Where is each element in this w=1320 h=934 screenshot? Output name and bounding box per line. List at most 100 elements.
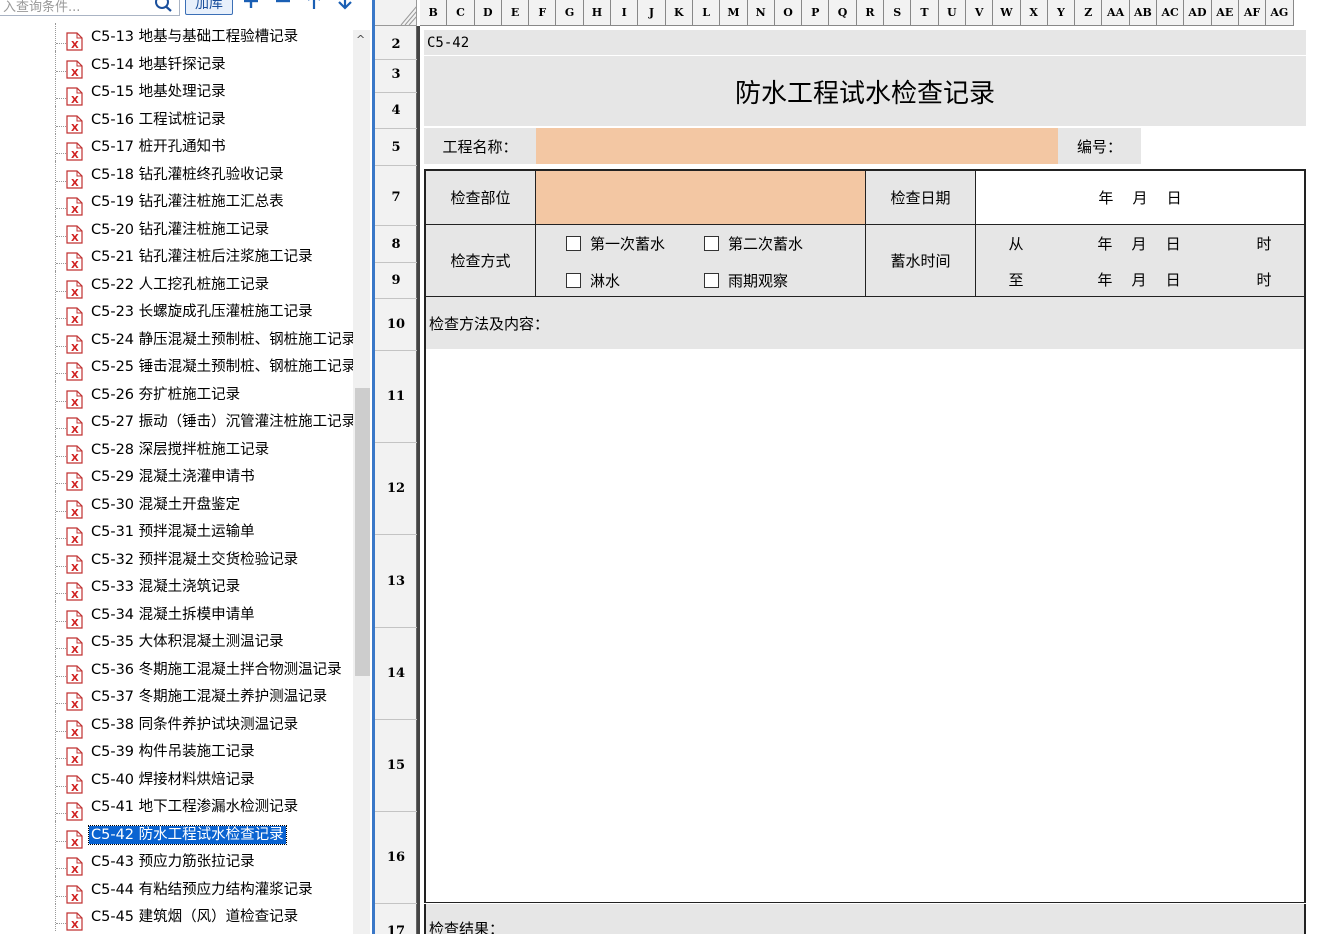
inspect-date-field[interactable]: 年 月 日 [975,169,1306,225]
tree-item[interactable]: X C5-37 冬期施工混凝土养护测温记录 [0,683,354,711]
column-header[interactable]: U [938,0,966,26]
column-header[interactable]: P [802,0,830,26]
tree-item[interactable]: X C5-25 锤击混凝土预制桩、钢桩施工记录 [0,353,356,381]
tree-item-label[interactable]: C5-27 振动（锤击）沉管灌注桩施工记录 [89,413,358,431]
form-code[interactable]: C5-42 [424,30,1306,55]
row-header[interactable]: 17 [375,904,417,934]
tree-item[interactable]: X C5-20 钻孔灌注桩施工记录 [0,215,354,244]
tree-item-label[interactable]: C5-31 预拌混凝土运输单 [89,523,257,541]
tree-item[interactable]: X C5-22 人工挖孔桩施工记录 [0,270,354,299]
tree-item-label[interactable]: C5-40 焊接材料烘焙记录 [89,771,257,789]
checkbox-second-storage[interactable]: 第二次蓄水 [704,233,803,254]
tree-item[interactable]: X C5-26 夯扩桩施工记录 [0,380,354,409]
row-header[interactable]: 12 [375,443,417,535]
tree-item-label[interactable]: C5-42 防水工程试水检查记录 [88,824,287,845]
tree-item[interactable]: X C5-30 混凝土开盘鉴定 [0,490,354,519]
column-header[interactable]: N [747,0,775,26]
tree-item[interactable]: X C5-29 混凝土浇灌申请书 [0,463,354,491]
column-header[interactable]: C [447,0,475,26]
tree-item[interactable]: X C5-36 冬期施工混凝土拌合物测温记录 [0,655,354,684]
row-header[interactable]: 14 [375,628,417,720]
tree-item[interactable]: X C5-18 钻孔灌桩终孔验收记录 [0,160,354,189]
inspect-part-field[interactable] [535,169,866,225]
tree-item-label[interactable]: C5-44 有粘结预应力结构灌浆记录 [89,881,315,899]
tree-item-label[interactable]: C5-38 同条件养护试块测温记录 [89,716,300,734]
tree-item-label[interactable]: C5-33 混凝土浇筑记录 [89,578,242,596]
tree-item[interactable]: X C5-13 地基与基础工程验槽记录 [0,23,354,51]
minus-icon[interactable] [272,0,294,12]
checkbox-box[interactable] [704,236,719,251]
tree-item-label[interactable]: C5-19 钻孔灌注桩施工汇总表 [89,193,286,211]
column-header[interactable]: AC [1157,0,1185,26]
tree-item[interactable]: X C5-21 钻孔灌注桩后注浆施工记录 [0,243,354,271]
checkbox-box[interactable] [566,236,581,251]
tree-item-label[interactable]: C5-24 静压混凝土预制桩、钢桩施工记录 [89,331,358,349]
tree-item[interactable]: X C5-17 桩开孔通知书 [0,133,354,161]
tree-item-label[interactable]: C5-16 工程试桩记录 [89,111,228,129]
to-date[interactable]: 年 月 日 [1064,266,1214,292]
column-header[interactable]: S [884,0,912,26]
scrollbar-thumb[interactable] [355,388,370,676]
select-all-corner[interactable] [375,0,418,26]
tree-item-label[interactable]: C5-41 地下工程渗漏水检测记录 [89,798,300,816]
tree-item[interactable]: X C5-33 混凝土浇筑记录 [0,573,354,601]
tree-item-label[interactable]: C5-26 夯扩桩施工记录 [89,386,242,404]
column-header[interactable]: Z [1075,0,1103,26]
column-header[interactable]: O [774,0,803,26]
arrow-down-icon[interactable] [334,0,356,12]
tree-item[interactable]: X C5-38 同条件养护试块测温记录 [0,710,354,739]
tree-item-label[interactable]: C5-29 混凝土浇灌申请书 [89,468,257,486]
column-header[interactable]: V [965,0,994,26]
tree-scrollbar[interactable]: ^ [353,30,370,934]
tree-item[interactable]: X C5-40 焊接材料烘焙记录 [0,765,354,794]
tree-item-label[interactable]: C5-22 人工挖孔桩施工记录 [89,276,271,294]
column-header[interactable]: Q [829,0,857,26]
tree-item-label[interactable]: C5-37 冬期施工混凝土养护测温记录 [89,688,329,706]
tree-item[interactable]: X C5-27 振动（锤击）沉管灌注桩施工记录 [0,408,356,436]
arrow-up-icon[interactable] [303,0,325,12]
column-header[interactable]: T [911,0,939,26]
row-header[interactable]: 16 [375,812,417,904]
row-header[interactable]: 10 [375,299,417,351]
row-header[interactable]: 11 [375,351,417,443]
method-content-field[interactable] [424,349,1306,903]
row-header[interactable]: 8 [375,226,417,263]
tree-item[interactable]: X C5-45 建筑烟（风）道检查记录 [0,903,354,931]
plus-icon[interactable] [240,0,262,12]
tree-item[interactable]: X C5-35 大体积混凝土测温记录 [0,628,354,656]
column-header[interactable]: K [665,0,693,26]
column-header[interactable]: AB [1129,0,1158,26]
tree-item[interactable]: X C5-44 有粘结预应力结构灌浆记录 [0,875,354,904]
row-header[interactable]: 15 [375,720,417,812]
checkbox-sprinkle[interactable]: 淋水 [566,270,620,291]
tree-item[interactable]: X C5-14 地基钎探记录 [0,50,354,79]
column-header[interactable]: E [501,0,530,26]
column-header[interactable]: AA [1102,0,1130,26]
tree-item-label[interactable]: C5-34 混凝土拆模申请单 [89,606,257,624]
tree-item[interactable]: X C5-28 深层搅拌桩施工记录 [0,435,354,464]
tree-item[interactable]: X C5-19 钻孔灌注桩施工汇总表 [0,188,354,216]
column-header[interactable]: X [1020,0,1048,26]
tree-item-label[interactable]: C5-23 长螺旋成孔压灌桩施工记录 [89,303,315,321]
tree-item-label[interactable]: C5-15 地基处理记录 [89,83,228,101]
column-header[interactable]: L [692,0,721,26]
row-header[interactable]: 5 [375,129,417,166]
tree-item[interactable]: X C5-32 预拌混凝土交货检验记录 [0,545,354,574]
tree-item[interactable]: X C5-16 工程试桩记录 [0,105,354,134]
tree-item-label[interactable]: C5-25 锤击混凝土预制桩、钢桩施工记录 [89,358,358,376]
tree-item-label[interactable]: C5-17 桩开孔通知书 [89,138,228,156]
tree-item-label[interactable]: C5-43 预应力筋张拉记录 [89,853,257,871]
tree-item[interactable]: X C5-34 混凝土拆模申请单 [0,600,354,629]
tree-item-label[interactable]: C5-20 钻孔灌注桩施工记录 [89,221,271,239]
checkbox-rain-observe[interactable]: 雨期观察 [704,270,788,291]
column-header[interactable]: AF [1238,0,1267,26]
row-header[interactable]: 7 [375,169,417,226]
tree-item-label[interactable]: C5-18 钻孔灌桩终孔验收记录 [89,166,286,184]
checkbox-box[interactable] [566,273,581,288]
tree-item-label[interactable]: C5-28 深层搅拌桩施工记录 [89,441,271,459]
tree-item-label[interactable]: C5-21 钻孔灌注桩后注浆施工记录 [89,248,315,266]
tree-item-label[interactable]: C5-39 构件吊装施工记录 [89,743,257,761]
row-header[interactable]: 4 [375,93,417,129]
scroll-up-icon[interactable]: ^ [356,33,365,46]
tree-item[interactable]: X C5-15 地基处理记录 [0,78,354,106]
